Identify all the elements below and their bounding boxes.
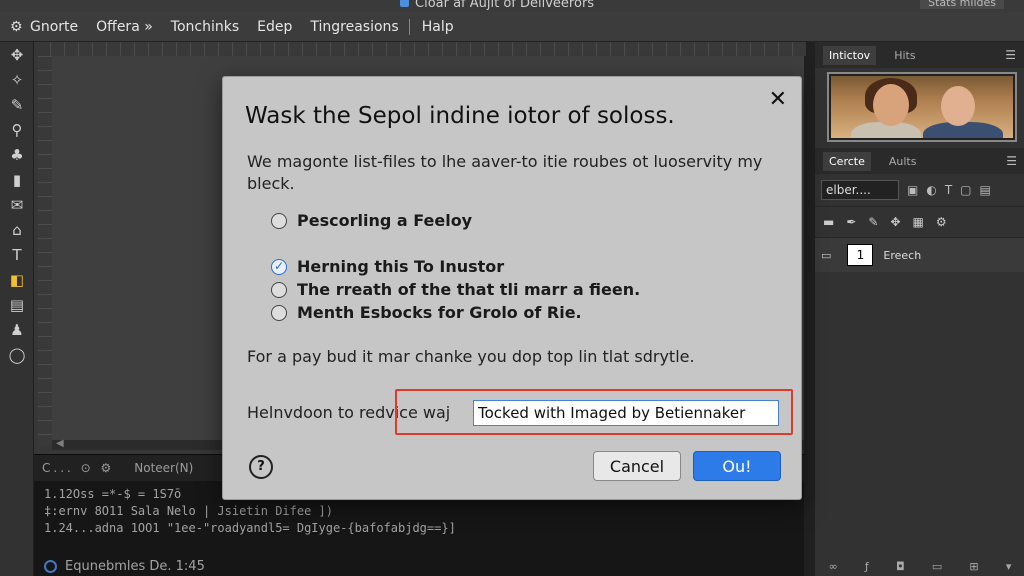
envelope-icon[interactable]: ✉ [0, 192, 34, 217]
app-icon [400, 0, 409, 7]
panel-menu-icon[interactable]: ☰ [1005, 48, 1016, 62]
help-button[interactable]: ? [249, 455, 273, 479]
menu-item-tingreasions[interactable]: Tingreasions [310, 19, 398, 35]
circle-icon[interactable]: ◯ [0, 342, 34, 367]
history-icon[interactable]: ▤ [0, 292, 34, 317]
pin-icon[interactable]: ♟ [0, 317, 34, 342]
layer-name: Ereech [883, 248, 922, 262]
lasso-icon[interactable]: ✧ [0, 67, 34, 92]
radio-button[interactable] [271, 304, 287, 321]
tab-layers[interactable]: Cercte [823, 151, 871, 171]
menu-divider [408, 18, 410, 35]
tool-bar: ✥ ✧ ✎ ⚲ ♣ ▮ ✉ ⌂ T ◧ ▤ ♟ ◯ [0, 42, 34, 576]
layer-filter: elber.... ▣ ◐ T ▢ ▤ [815, 174, 1024, 206]
option-herning[interactable]: ✓ Herning this To Inustor [271, 257, 504, 276]
move-icon[interactable]: ✥ [0, 42, 34, 67]
mask-icon[interactable]: ◘ [896, 560, 905, 573]
shape-filter-icon[interactable]: ▢ [960, 183, 971, 197]
folder-icon[interactable]: ▭ [932, 560, 942, 573]
tab-navigator[interactable]: Intictov [823, 45, 877, 65]
checkmark-icon[interactable]: ✓ [271, 258, 287, 275]
tab-hits[interactable]: Hits [888, 46, 921, 65]
stamp-icon[interactable]: ♣ [0, 142, 34, 167]
navigator-tabs: Intictov Hits ☰ [815, 42, 1024, 68]
visibility-icon[interactable]: ▭ [821, 249, 831, 262]
smart-filter-icon[interactable]: ▤ [980, 183, 991, 197]
highlight-box [395, 389, 793, 435]
menu-bar: ⚙ Gnorte Offera » Tonchinks Edep Tingrea… [0, 12, 1024, 42]
menu-item-halp[interactable]: Halp [422, 19, 454, 35]
grid-icon[interactable]: ▦ [913, 215, 924, 229]
text-icon[interactable]: T [0, 242, 34, 267]
brush-lock-icon[interactable]: ✎ [868, 215, 878, 229]
window-title: Cloar af Aujit of Deliveerors [400, 0, 594, 11]
layers-tabs: Cercte Aults ☰ [815, 148, 1024, 174]
close-icon[interactable]: ✕ [769, 87, 787, 112]
dialog-title: Wask the Sepol indine iotor of soloss. [245, 103, 675, 129]
trash-icon[interactable]: ▾ [1006, 560, 1012, 573]
ok-button[interactable]: Ou! [693, 451, 781, 481]
radio-button[interactable] [271, 281, 287, 298]
option-menth[interactable]: Menth Esbocks for Grolo of Rie. [271, 303, 582, 322]
layer-icon[interactable]: ◧ [0, 267, 34, 292]
radio-button[interactable] [271, 212, 287, 229]
dialog: ✕ Wask the Sepol indine iotor of soloss.… [222, 76, 802, 500]
pen-icon[interactable]: ✒ [846, 215, 856, 229]
zoom-icon[interactable]: ⚲ [0, 117, 34, 142]
settings-icon[interactable]: ⚙ [10, 20, 24, 34]
option-rreath[interactable]: The rreath of the that tli marr a fieen. [271, 280, 640, 299]
menu-item-gnorte[interactable]: Gnorte [30, 19, 78, 35]
lock-icon[interactable]: ▬ [823, 215, 834, 229]
status-badge: Stats mildes [920, 0, 1004, 9]
adjust-filter-icon[interactable]: ◐ [926, 183, 936, 197]
text-filter-icon[interactable]: T [945, 183, 952, 197]
dialog-note: For a pay bud it mar chanke you dop top … [247, 347, 695, 366]
menu-item-edep[interactable]: Edep [257, 19, 292, 35]
title-bar: Cloar af Aujit of Deliveerors Stats mild… [0, 0, 1024, 12]
option-pescorling[interactable]: Pescorling a Feeloy [271, 211, 472, 230]
shape-icon[interactable]: ⌂ [0, 217, 34, 242]
layer-row[interactable]: ▭ 1 Ereech [815, 238, 1024, 272]
brush-icon[interactable]: ✎ [0, 92, 34, 117]
fx-icon[interactable]: ƒ [865, 560, 869, 573]
tab-aults[interactable]: Aults [883, 152, 923, 171]
layers-footer: ∞ ƒ ◘ ▭ ⊞ ▾ [815, 556, 1024, 576]
image-filter-icon[interactable]: ▣ [907, 183, 918, 197]
layers-menu-icon[interactable]: ☰ [1006, 154, 1017, 168]
menu-item-tonchinks[interactable]: Tonchinks [171, 19, 239, 35]
link-icon[interactable]: ∞ [829, 560, 838, 573]
layer-tools: ▬ ✒ ✎ ✥ ▦ ⚙ [815, 206, 1024, 238]
layer-filter-select[interactable]: elber.... [821, 180, 899, 200]
settings-icon[interactable]: ⚙ [936, 215, 947, 229]
right-panel: Intictov Hits ☰ Cercte Aults ☰ elber....… [814, 42, 1024, 576]
rectangle-icon[interactable]: ▮ [0, 167, 34, 192]
cancel-button[interactable]: Cancel [593, 451, 681, 481]
dialog-description: We magonte list-files to lhe aaver-to it… [247, 152, 763, 193]
layer-thumbnail: 1 [847, 244, 874, 266]
navigator-photo [831, 76, 1013, 138]
move-lock-icon[interactable]: ✥ [890, 215, 900, 229]
menu-item-offera[interactable]: Offera » [96, 19, 153, 35]
new-layer-icon[interactable]: ⊞ [969, 560, 978, 573]
layers-panel: Cercte Aults ☰ elber.... ▣ ◐ T ▢ ▤ ▬ ✒ ✎… [815, 148, 1024, 272]
